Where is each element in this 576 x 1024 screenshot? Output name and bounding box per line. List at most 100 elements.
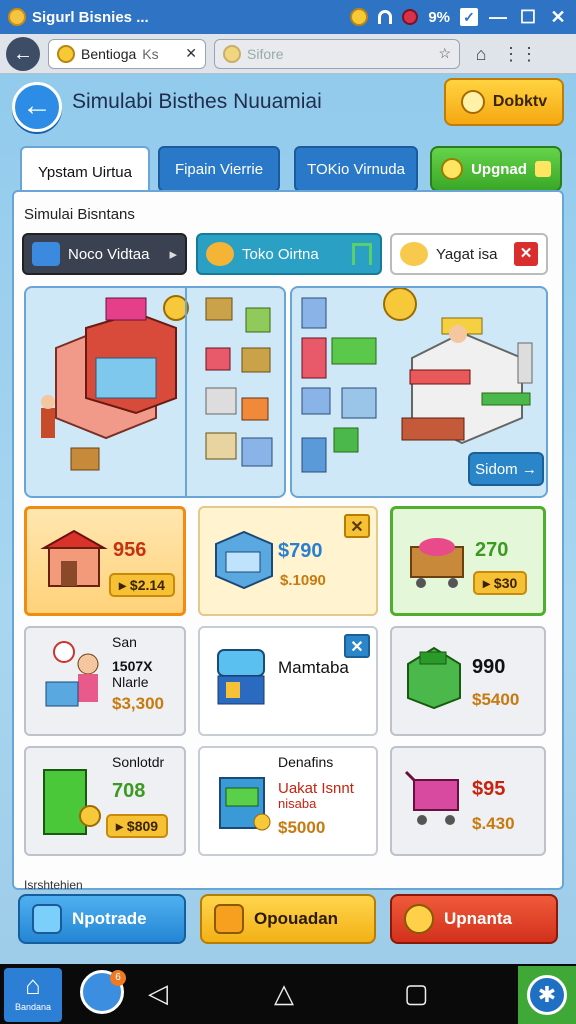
arrow-icon: ▸	[169, 246, 177, 263]
menu-icon[interactable]: ⋮⋮	[502, 41, 538, 67]
card-price: $95	[472, 778, 506, 800]
browser-tab-2[interactable]: Sifore ☆	[214, 38, 460, 69]
open-button[interactable]: Opouadan	[200, 894, 376, 944]
page-title: Simulabi Bisthes Nuuamiai	[72, 90, 322, 113]
coin-icon	[206, 242, 234, 266]
book-icon	[32, 242, 60, 266]
nav-home-icon[interactable]: △	[274, 978, 294, 1009]
upgrade-tab-label: Upgnad	[471, 160, 527, 178]
tab-favicon-icon	[223, 44, 241, 63]
store-box-icon	[215, 530, 273, 590]
upgrade-button[interactable]: Npotrade	[18, 894, 186, 944]
card-close-icon[interactable]: ✕	[344, 634, 370, 658]
home-tile[interactable]: ⌂ Bandana	[4, 968, 62, 1022]
section-title: Simulai Bisntans	[24, 206, 135, 223]
card-shop-8[interactable]: Denafins Uakat Isnnt nisaba $5000	[198, 746, 378, 856]
shopkeeper-icon	[45, 641, 99, 707]
card-price: $3,300	[112, 694, 164, 713]
tab-fipain[interactable]: Fipain Vierrie	[158, 146, 280, 192]
city-shops-illustration	[41, 288, 273, 496]
card-label-1: Sonlotdr	[112, 754, 165, 770]
vending-icon	[217, 649, 265, 705]
card-sub-price: $.1090	[280, 572, 326, 589]
card-pill: ▸ $2.14	[109, 573, 175, 597]
header-back-button[interactable]: ←	[12, 82, 62, 132]
header-action-button[interactable]: Dobktv	[444, 78, 564, 126]
coin-icon	[460, 90, 485, 114]
wifi-icon	[378, 10, 393, 24]
tab-extra: Ks	[142, 45, 159, 62]
card-price: $5000	[278, 818, 326, 837]
nav-back-icon[interactable]: ◁	[148, 978, 168, 1009]
card-label-1: San	[112, 634, 137, 650]
button-label: Opouadan	[254, 909, 339, 928]
card-shop-9[interactable]: $95 $.430	[390, 746, 546, 856]
green-shop-icon	[407, 646, 461, 710]
status-bar: Sigurl Bisnies ... 9% ✓ — ☐ ✕	[0, 0, 576, 34]
maximize-button[interactable]: ☐	[518, 7, 538, 28]
card-shop-1[interactable]: 956 ▸ $2.14	[24, 506, 186, 616]
tab-favicon-icon	[57, 44, 75, 63]
upgrade-tab-button[interactable]: Upgnad	[430, 146, 562, 192]
tab-close-icon[interactable]: ✕	[185, 45, 197, 62]
coin-icon	[441, 158, 464, 180]
chat-badge: 6	[110, 970, 126, 986]
status-icons: 9% ✓ — ☐ ✕	[350, 7, 568, 28]
manage-button[interactable]: Upnanta	[390, 894, 558, 944]
card-price: 990	[472, 656, 506, 678]
minimize-button[interactable]: —	[488, 7, 508, 28]
locker-icon	[43, 769, 101, 835]
cash-register-icon	[219, 777, 271, 831]
card-pill: ▸ $30	[473, 571, 528, 595]
battery-text: 9%	[428, 8, 450, 26]
segment-label: Noco Vidtaa	[68, 245, 150, 263]
star-icon[interactable]: ☆	[438, 45, 451, 62]
bottom-hint-text: Isrshtehien	[24, 878, 83, 892]
card-sub-price: $.430	[472, 814, 515, 833]
segment-yagat-isa[interactable]: Yagat isa ✕	[390, 233, 548, 275]
tab-system-virtual[interactable]: Ypstam Uirtua	[20, 146, 150, 196]
browser-tab-1[interactable]: Bentioga Ks ✕	[48, 38, 206, 69]
card-shop-2[interactable]: ✕ $790 $.1090	[198, 506, 378, 616]
settings-tile[interactable]: ✱	[518, 966, 576, 1024]
close-icon[interactable]: ✕	[514, 242, 538, 266]
nav-recent-icon[interactable]: ▢	[404, 978, 429, 1009]
card-shop-5[interactable]: ✕ Mamtaba	[198, 626, 378, 736]
card-shop-7[interactable]: Sonlotdr 708 ▸ $809	[24, 746, 186, 856]
shopping-cart-icon	[404, 770, 459, 825]
segment-noco-vidtaa[interactable]: Noco Vidtaa ▸	[22, 233, 187, 275]
home-tile-label: Bandana	[14, 1002, 52, 1012]
header-action-label: Dobktv	[492, 93, 548, 110]
browser-back-button[interactable]: ←	[6, 36, 40, 71]
face-icon	[404, 904, 434, 934]
segment-label: Yagat isa	[436, 245, 498, 263]
card-close-icon[interactable]: ✕	[344, 514, 370, 538]
coin-icon	[350, 8, 369, 26]
home-icon[interactable]: ⌂	[468, 41, 494, 67]
scene-action-button[interactable]: Sidom →	[468, 452, 544, 486]
tab-label: Bentioga	[81, 45, 137, 62]
card-label-1: Mamtaba	[278, 658, 349, 677]
card-label-1: Denafins	[278, 754, 334, 770]
button-label: Upnanta	[444, 909, 512, 928]
close-button[interactable]: ✕	[548, 7, 568, 28]
card-shop-6[interactable]: 990 $5400	[390, 626, 546, 736]
check-icon[interactable]: ✓	[460, 8, 478, 26]
gate-icon	[352, 243, 372, 265]
card-sub-price: $5400	[472, 690, 520, 709]
card-shop-3[interactable]: 270 ▸ $30	[390, 506, 546, 616]
card-price: $790	[278, 540, 323, 562]
window-title: Sigurl Bisnies ...	[32, 8, 149, 26]
button-label: Npotrade	[72, 909, 147, 928]
scene-city-illustration	[24, 286, 286, 498]
card-shop-4[interactable]: San 1507X Nlarle $3,300	[24, 626, 186, 736]
shop-icon	[40, 529, 108, 587]
berry-icon	[402, 9, 419, 25]
home-icon: ⌂	[25, 970, 41, 1000]
bag-icon	[214, 904, 244, 934]
phone-icon	[32, 904, 62, 934]
segment-toko-oirtna[interactable]: Toko Oirtna	[196, 233, 382, 275]
coins-icon	[400, 242, 428, 266]
tab-tokio[interactable]: TOKio Virnuda	[294, 146, 418, 192]
card-price: 270	[475, 539, 509, 561]
